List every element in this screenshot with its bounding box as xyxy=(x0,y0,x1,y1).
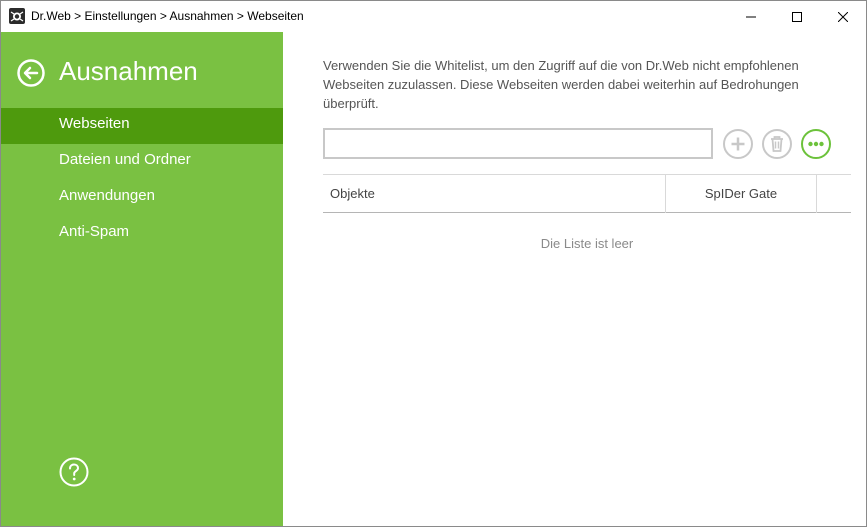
drweb-spider-icon xyxy=(9,8,25,24)
close-button[interactable] xyxy=(820,1,866,32)
app-window: Dr.Web > Einstellungen > Ausnahmen > Web… xyxy=(0,0,867,527)
plus-icon xyxy=(723,129,753,159)
close-icon xyxy=(838,11,848,22)
back-arrow-icon[interactable] xyxy=(17,59,45,87)
sidebar-nav: Webseiten Dateien und Ordner Anwendungen… xyxy=(1,108,283,252)
sidebar-item-anwendungen[interactable]: Anwendungen xyxy=(1,180,283,216)
add-button[interactable] xyxy=(722,128,754,160)
column-header-spider-gate[interactable]: SpIDer Gate xyxy=(665,175,817,213)
trash-icon xyxy=(762,129,792,159)
description-text: Verwenden Sie die Whitelist, um den Zugr… xyxy=(323,58,799,111)
column-header-objekte[interactable]: Objekte xyxy=(330,175,375,213)
main-panel: Verwenden Sie die Whitelist, um den Zugr… xyxy=(283,32,866,526)
table-header: Objekte SpIDer Gate xyxy=(323,174,851,213)
url-input[interactable] xyxy=(323,128,713,159)
maximize-icon xyxy=(792,11,802,22)
minimize-icon xyxy=(746,16,756,17)
sidebar-item-webseiten[interactable]: Webseiten xyxy=(1,108,283,144)
whitelist-table: Objekte SpIDer Gate Die Liste ist leer xyxy=(323,174,851,251)
sidebar-item-dateien-und-ordner[interactable]: Dateien und Ordner xyxy=(1,144,283,180)
ellipsis-icon xyxy=(801,129,831,159)
window-title: Dr.Web > Einstellungen > Ausnahmen > Web… xyxy=(31,9,304,23)
help-icon[interactable] xyxy=(59,457,89,487)
sidebar-title: Ausnahmen xyxy=(59,56,198,86)
maximize-button[interactable] xyxy=(774,1,820,32)
more-options-button[interactable] xyxy=(800,128,832,160)
empty-list-message: Die Liste ist leer xyxy=(540,236,634,251)
title-bar: Dr.Web > Einstellungen > Ausnahmen > Web… xyxy=(1,1,866,32)
sidebar-item-anti-spam[interactable]: Anti-Spam xyxy=(1,216,283,252)
minimize-button[interactable] xyxy=(728,1,774,32)
delete-button[interactable] xyxy=(761,128,793,160)
sidebar: Ausnahmen Webseiten Dateien und Ordner A… xyxy=(1,32,283,526)
